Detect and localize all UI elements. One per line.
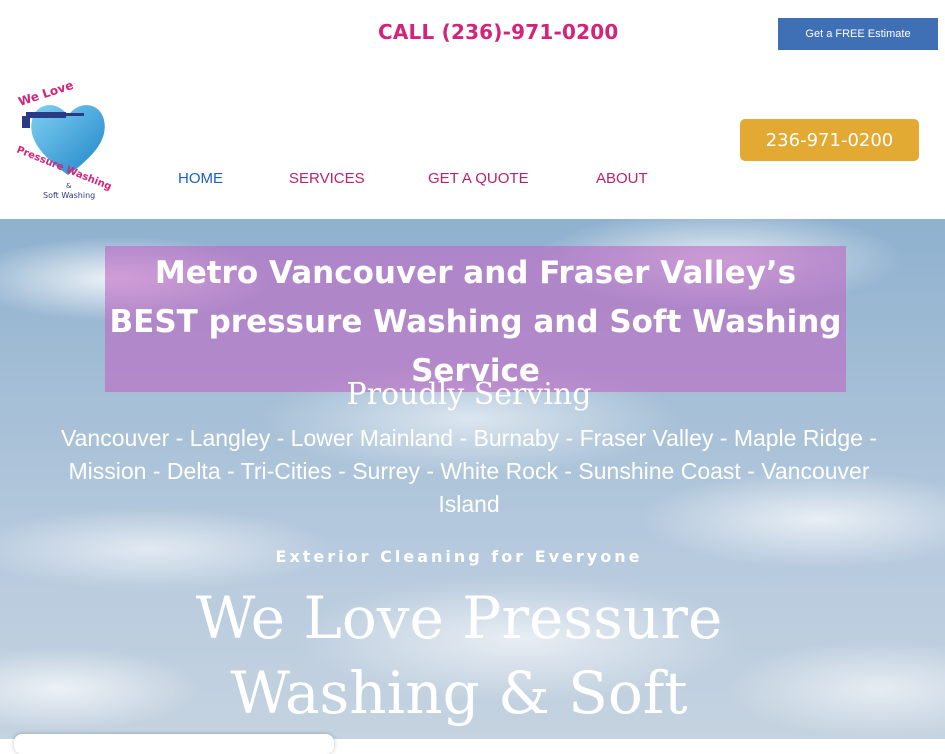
big-title-line1: We Love Pressure (195, 584, 723, 652)
svg-text:We Love: We Love (17, 80, 76, 109)
serving-title: Proudly Serving (346, 377, 592, 412)
phone-number-button[interactable]: 236-971-0200 (740, 119, 919, 161)
chat-widget[interactable] (14, 734, 334, 754)
free-estimate-button[interactable]: Get a FREE Estimate (778, 18, 938, 50)
hero-big-title: We Love Pressure Washing & Soft (0, 581, 918, 731)
site-header: CALL (236)-971-0200 Get a FREE Estimate … (0, 0, 945, 219)
nav-item-get-a-quote[interactable]: GET A QUOTE (428, 170, 529, 187)
hero-headline-line1: Metro Vancouver and Fraser Valley’s (154, 255, 797, 291)
big-title-line2: Washing & Soft (230, 659, 688, 727)
tagline: Exterior Cleaning for Everyone (275, 547, 643, 566)
logo[interactable]: We Love Pressure Washing & Soft Washing (10, 78, 125, 205)
call-phone-link[interactable]: CALL (236)-971-0200 (378, 20, 618, 44)
hero-headline: Metro Vancouver and Fraser Valley’s BEST… (105, 249, 846, 396)
nav-item-home[interactable]: HOME (178, 170, 223, 187)
svg-text:Soft Washing: Soft Washing (43, 191, 95, 200)
service-areas-list: Vancouver - Langley - Lower Mainland - B… (60, 425, 877, 517)
hero-section: Metro Vancouver and Fraser Valley’s BEST… (0, 219, 945, 739)
hero-headline-line2: BEST pressure Washing and Soft Washing (109, 304, 842, 340)
svg-text:&: & (66, 182, 72, 190)
nav-item-services[interactable]: SERVICES (289, 170, 365, 187)
nav-item-about[interactable]: ABOUT (596, 170, 648, 187)
